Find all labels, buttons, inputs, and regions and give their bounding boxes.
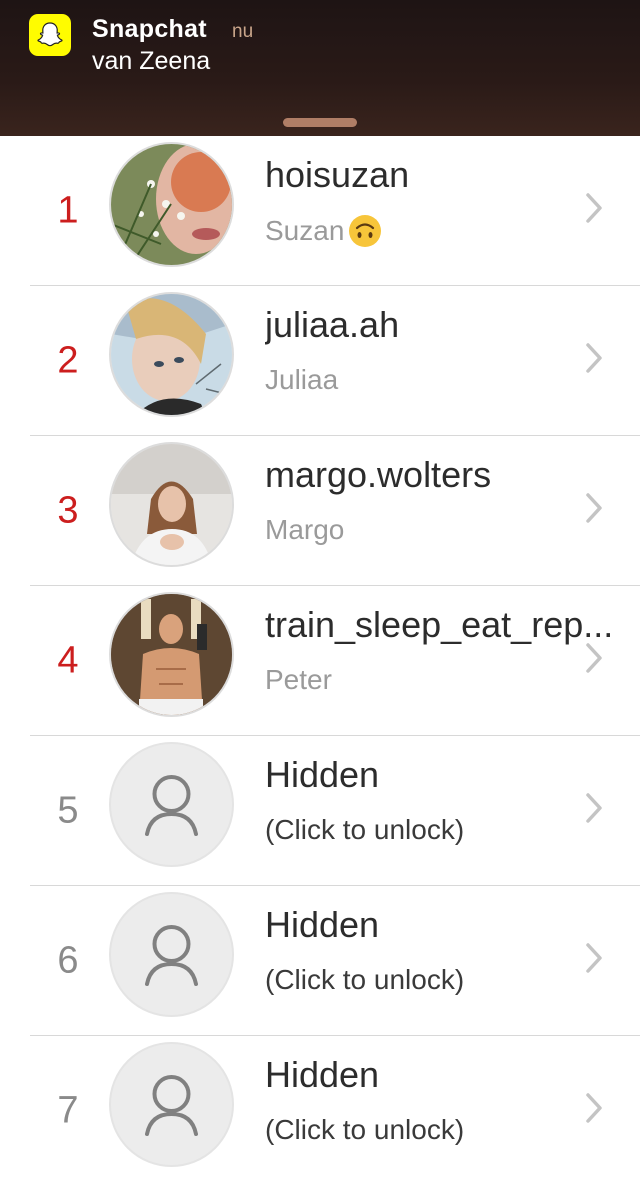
username: hoisuzan [265, 154, 410, 195]
display-name-line: (Click to unlock) [265, 1114, 464, 1146]
display-name: Margo [265, 514, 345, 545]
list-item[interactable]: 3 margo.wolters Margo [0, 436, 640, 586]
rank-number: 3 [57, 489, 79, 532]
display-name-line: (Click to unlock) [265, 964, 464, 996]
username: Hidden [265, 754, 380, 795]
notification-message: van Zeena [92, 47, 211, 75]
best-friends-list: 1 hoisuzan Suzan 2 juliaa.ah Juliaa 3 ma… [0, 136, 640, 1186]
list-item[interactable]: 7 Hidden (Click to unlock) [0, 1036, 640, 1186]
rank-number: 4 [57, 639, 79, 682]
chevron-right-icon [586, 1093, 602, 1123]
chevron-right-icon [586, 493, 602, 523]
list-item[interactable]: 2 juliaa.ah Juliaa [0, 286, 640, 436]
display-name-line: Juliaa [265, 364, 338, 396]
display-name-line: Suzan [265, 214, 382, 248]
notification-app-name: Snapchat [92, 15, 207, 43]
list-item[interactable]: 5 Hidden (Click to unlock) [0, 736, 640, 886]
display-name: Peter [265, 664, 332, 695]
username: Hidden [265, 1054, 380, 1095]
profile-photo [109, 442, 234, 567]
unlock-hint: (Click to unlock) [265, 1114, 465, 1145]
chevron-right-icon [586, 643, 602, 673]
display-name-line: (Click to unlock) [265, 814, 464, 846]
chevron-right-icon [586, 343, 602, 373]
profile-photo [109, 292, 234, 417]
rank-number: 5 [57, 789, 79, 832]
chevron-right-icon [586, 793, 602, 823]
notification-time: nu [232, 21, 254, 42]
snapchat-notification-banner[interactable]: Snapchat nu van Zeena [0, 0, 640, 136]
unlock-hint: (Click to unlock) [265, 814, 465, 845]
list-item[interactable]: 4 train_sleep_eat_rep... Peter [0, 586, 640, 736]
person-placeholder-icon [109, 892, 234, 1017]
snapchat-ghost-icon [29, 14, 71, 56]
rank-number: 6 [57, 939, 79, 982]
display-name-line: Peter [265, 664, 332, 696]
username: Hidden [265, 904, 380, 945]
unlock-hint: (Click to unlock) [265, 964, 465, 995]
profile-photo [109, 592, 234, 717]
notification-grabber-handle[interactable] [283, 118, 357, 127]
rank-number: 1 [57, 189, 79, 232]
list-item[interactable]: 1 hoisuzan Suzan [0, 136, 640, 286]
upside-down-face-emoji-icon [348, 214, 382, 248]
list-item[interactable]: 6 Hidden (Click to unlock) [0, 886, 640, 1036]
username: train_sleep_eat_rep... [265, 604, 614, 645]
username: margo.wolters [265, 454, 492, 495]
person-placeholder-icon [109, 742, 234, 867]
username: juliaa.ah [265, 304, 400, 345]
display-name: Suzan [265, 215, 345, 246]
rank-number: 2 [57, 339, 79, 382]
chevron-right-icon [586, 193, 602, 223]
display-name-line: Margo [265, 514, 344, 546]
chevron-right-icon [586, 943, 602, 973]
rank-number: 7 [57, 1089, 79, 1132]
person-placeholder-icon [109, 1042, 234, 1167]
profile-photo [109, 142, 234, 267]
display-name: Juliaa [265, 364, 339, 395]
